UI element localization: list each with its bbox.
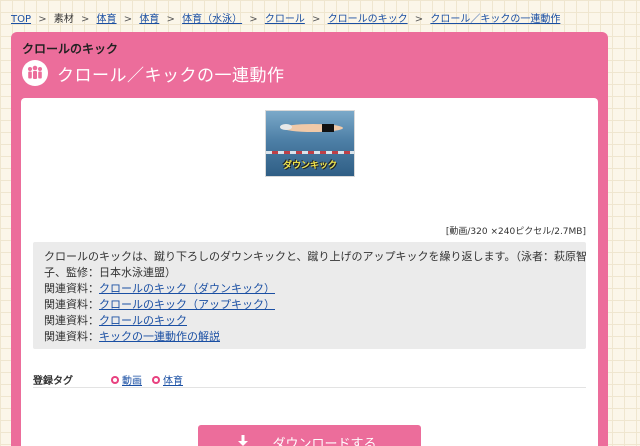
related-label: 関連資料： <box>44 298 99 311</box>
thumbnail-caption: ダウンキック <box>282 161 337 171</box>
tag-link-pe[interactable]: 体育 <box>163 372 183 387</box>
material-panel: クロールのキック クロール／キックの一連動作 ダウンキック [動画/320 ×2… <box>11 32 608 446</box>
download-button[interactable]: ダウンロードする <box>198 425 421 446</box>
related-link-kick[interactable]: クロールのキック <box>99 314 187 327</box>
tag-link-video[interactable]: 動画 <box>122 372 142 387</box>
related-link-explanation[interactable]: キックの一連動作の解説 <box>99 330 220 343</box>
tag-item[interactable]: 動画 <box>111 372 142 387</box>
page-title: クロール／キックの一連動作 <box>57 66 285 86</box>
breadcrumb-item: 素材 <box>53 14 74 25</box>
breadcrumb-separator: > <box>312 14 321 25</box>
breadcrumb-separator: > <box>123 14 133 25</box>
breadcrumb-current[interactable]: クロール／キックの一連動作 <box>430 14 560 25</box>
breadcrumb-link[interactable]: クロールのキック <box>328 14 408 25</box>
content-area: ダウンキック [動画/320 ×240ピクセル/2.7MB] クロールのキックは… <box>21 98 598 446</box>
description-text: クロールのキックは、蹴り下ろしのダウンキックと、蹴り上げのアップキックを繰り返し… <box>44 250 587 263</box>
breadcrumb-link[interactable]: 体育 <box>97 14 117 25</box>
tag-bullet-icon <box>111 375 119 384</box>
tag-bullet-icon <box>152 375 160 384</box>
related-label: 関連資料： <box>44 314 99 327</box>
breadcrumb: TOP > 素材 > 体育 > 体育 > 体育（水泳） > クロール > クロー… <box>11 10 560 25</box>
breadcrumb-separator: > <box>249 14 258 25</box>
related-link-upkick[interactable]: クロールのキック（アップキック） <box>99 298 275 311</box>
breadcrumb-top[interactable]: TOP <box>11 14 31 25</box>
tag-item[interactable]: 体育 <box>152 372 183 387</box>
lane-line <box>266 151 354 154</box>
people-icon <box>22 60 48 86</box>
related-item: 関連資料：クロールのキック（ダウンキック） <box>44 281 575 297</box>
breadcrumb-link[interactable]: クロール <box>265 14 305 25</box>
related-link-downkick[interactable]: クロールのキック（ダウンキック） <box>99 282 275 295</box>
related-item: 関連資料：クロールのキック <box>44 313 575 329</box>
category-label: クロールのキック <box>22 42 119 56</box>
breadcrumb-separator: > <box>166 14 175 25</box>
related-item: 関連資料：クロールのキック（アップキック） <box>44 297 575 313</box>
tags-label: 登録タグ <box>33 376 73 387</box>
download-label: ダウンロードする <box>272 437 377 446</box>
description-box: クロールのキックは、蹴り下ろしのダウンキックと、蹴り上げのアップキックを繰り返し… <box>33 242 587 349</box>
related-item: 関連資料：キックの一連動作の解説 <box>44 329 575 345</box>
breadcrumb-separator: > <box>414 14 424 25</box>
description-text-cont: 子、監修：日本水泳連盟） <box>44 266 176 279</box>
video-thumbnail[interactable]: ダウンキック <box>265 110 355 177</box>
breadcrumb-link[interactable]: 体育 <box>139 14 159 25</box>
media-meta: [動画/320 ×240ピクセル/2.7MB] <box>445 227 586 237</box>
breadcrumb-separator: > <box>38 14 47 25</box>
breadcrumb-separator: > <box>80 14 90 25</box>
breadcrumb-link[interactable]: 体育（水泳） <box>182 14 242 25</box>
tag-row: 登録タグ 動画 体育 <box>33 368 586 388</box>
download-icon <box>238 435 248 446</box>
related-label: 関連資料： <box>44 282 99 295</box>
related-label: 関連資料： <box>44 330 99 343</box>
swimmer-image <box>280 124 343 132</box>
